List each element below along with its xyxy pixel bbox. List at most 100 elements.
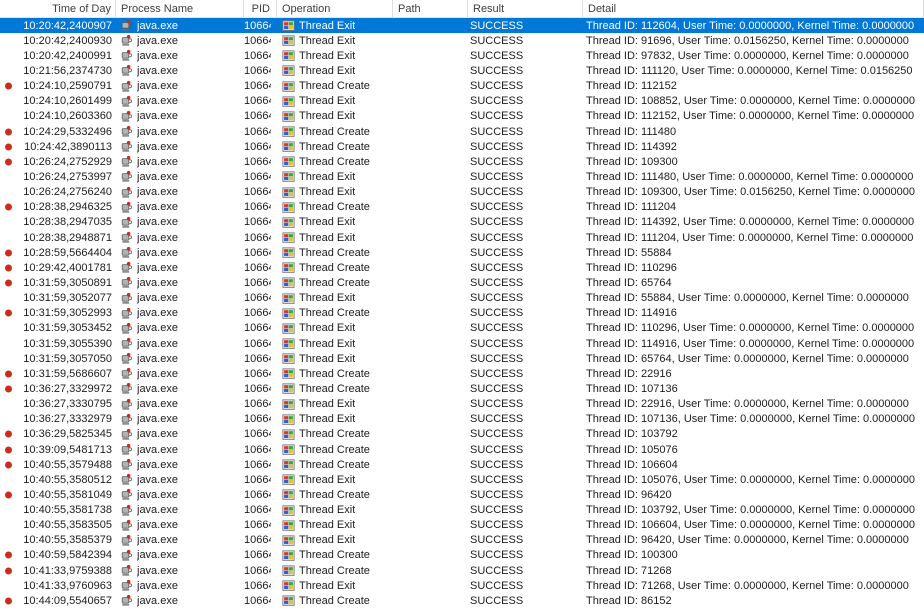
table-row[interactable]: 10:40:55,3580512 java.exe 106640 Thread … [0,472,924,487]
result-value: SUCCESS [470,549,523,561]
table-row[interactable]: 10:28:38,2948871 java.exe 106640 Thread … [0,230,924,245]
detail-value: Thread ID: 22916 [586,368,672,380]
thread-operation-icon [282,140,295,153]
pid-value: 106640 [244,126,271,138]
column-header-result[interactable]: Result [468,0,583,17]
result-value: SUCCESS [470,580,523,592]
process-name-value: java.exe [137,353,178,365]
pid-value: 106640 [244,413,271,425]
table-row[interactable]: 10:31:59,3055390 java.exe 106640 Thread … [0,336,924,351]
result-value: SUCCESS [470,50,523,62]
thread-operation-icon [282,261,295,274]
table-row[interactable]: 10:40:55,3579488 java.exe 106640 Thread … [0,457,924,472]
thread-operation-icon [282,170,295,183]
table-row[interactable]: 10:24:10,2601499 java.exe 106640 Thread … [0,94,924,109]
table-row[interactable]: 10:36:27,3329972 java.exe 106640 Thread … [0,381,924,396]
table-row[interactable]: 10:26:24,2753997 java.exe 106640 Thread … [0,169,924,184]
process-name-value: java.exe [137,338,178,350]
process-name-value: java.exe [137,322,178,334]
table-row[interactable]: 10:31:59,3053452 java.exe 106640 Thread … [0,321,924,336]
operation-value: Thread Exit [299,534,355,546]
table-row[interactable]: 10:28:38,2946325 java.exe 106640 Thread … [0,200,924,215]
table-row[interactable]: 10:40:55,3583505 java.exe 106640 Thread … [0,518,924,533]
pid-value: 106640 [244,262,271,274]
event-table-body: 10:20:42,2400907 java.exe 106640 Thread … [0,18,924,609]
column-header-pid[interactable]: PID [244,0,277,17]
result-value: SUCCESS [470,216,523,228]
table-row[interactable]: 10:40:59,5842394 java.exe 106640 Thread … [0,548,924,563]
java-exe-icon [120,473,133,486]
pid-value: 106640 [244,307,271,319]
thread-operation-icon [282,367,295,380]
column-header-row: Time of Day Process Name PID Operation P… [0,0,924,18]
column-header-path[interactable]: Path [393,0,468,17]
table-row[interactable]: 10:41:33,9760963 java.exe 106640 Thread … [0,578,924,593]
pid-value: 106640 [244,65,271,77]
table-row[interactable]: 10:36:27,3332979 java.exe 106640 Thread … [0,412,924,427]
detail-value: Thread ID: 114916, User Time: 0.0000000,… [586,338,914,350]
table-row[interactable]: 10:20:42,2400991 java.exe 106640 Thread … [0,48,924,63]
table-row[interactable]: 10:41:33,9759388 java.exe 106640 Thread … [0,563,924,578]
thread-operation-icon [282,201,295,214]
thread-operation-icon [282,186,295,199]
table-row[interactable]: 10:24:29,5332496 java.exe 106640 Thread … [0,124,924,139]
table-row[interactable]: 10:36:27,3330795 java.exe 106640 Thread … [0,397,924,412]
result-value: SUCCESS [470,338,523,350]
thread-operation-icon [282,473,295,486]
table-row[interactable]: 10:36:29,5825345 java.exe 106640 Thread … [0,427,924,442]
table-row[interactable]: 10:31:59,3052993 java.exe 106640 Thread … [0,306,924,321]
time-of-day-value: 10:31:59,3057050 [23,353,112,365]
table-row[interactable]: 10:20:42,2400907 java.exe 106640 Thread … [0,18,924,33]
table-row[interactable]: 10:31:59,3057050 java.exe 106640 Thread … [0,351,924,366]
table-row[interactable]: 10:40:55,3581738 java.exe 106640 Thread … [0,503,924,518]
table-row[interactable]: 10:24:42,3890113 java.exe 106640 Thread … [0,139,924,154]
pid-value: 106640 [244,428,271,440]
process-name-value: java.exe [137,398,178,410]
table-row[interactable]: 10:28:59,5664404 java.exe 106640 Thread … [0,245,924,260]
java-exe-icon [120,216,133,229]
result-value: SUCCESS [470,383,523,395]
pid-value: 106640 [244,156,271,168]
column-header-detail[interactable]: Detail [583,0,924,17]
time-of-day-value: 10:31:59,3052993 [23,307,112,319]
table-row[interactable]: 10:26:24,2756240 java.exe 106640 Thread … [0,185,924,200]
table-row[interactable]: 10:40:55,3581049 java.exe 106640 Thread … [0,487,924,502]
time-of-day-value: 10:26:24,2752929 [23,156,112,168]
table-row[interactable]: 10:39:09,5481713 java.exe 106640 Thread … [0,442,924,457]
table-row[interactable]: 10:29:42,4001781 java.exe 106640 Thread … [0,260,924,275]
java-exe-icon [120,19,133,32]
result-value: SUCCESS [470,459,523,471]
java-exe-icon [120,594,133,607]
table-row[interactable]: 10:26:24,2752929 java.exe 106640 Thread … [0,154,924,169]
table-row[interactable]: 10:44:09,5540657 java.exe 106640 Thread … [0,593,924,608]
pid-value: 106640 [244,80,271,92]
thread-create-marker-dot [5,552,12,559]
table-row[interactable]: 10:31:59,3052077 java.exe 106640 Thread … [0,291,924,306]
table-row[interactable]: 10:31:59,5686607 java.exe 106640 Thread … [0,366,924,381]
operation-value: Thread Exit [299,353,355,365]
thread-operation-icon [282,519,295,532]
table-row[interactable]: 10:28:38,2947035 java.exe 106640 Thread … [0,215,924,230]
java-exe-icon [120,519,133,532]
column-header-time-of-day[interactable]: Time of Day [0,0,116,17]
pid-value: 106640 [244,595,271,607]
thread-operation-icon [282,231,295,244]
table-row[interactable]: 10:21:56,2374730 java.exe 106640 Thread … [0,63,924,78]
table-row[interactable]: 10:24:10,2603360 java.exe 106640 Thread … [0,109,924,124]
operation-value: Thread Exit [299,292,355,304]
process-name-value: java.exe [137,580,178,592]
result-value: SUCCESS [470,307,523,319]
column-header-process-name[interactable]: Process Name [116,0,244,17]
thread-operation-icon [282,534,295,547]
column-header-operation[interactable]: Operation [277,0,393,17]
table-row[interactable]: 10:40:55,3585379 java.exe 106640 Thread … [0,533,924,548]
detail-value: Thread ID: 110296 [586,262,677,274]
table-row[interactable]: 10:20:42,2400930 java.exe 106640 Thread … [0,33,924,48]
table-row[interactable]: 10:24:10,2590791 java.exe 106640 Thread … [0,79,924,94]
thread-operation-icon [282,352,295,365]
table-row[interactable]: 10:31:59,3050891 java.exe 106640 Thread … [0,275,924,290]
thread-operation-icon [282,95,295,108]
java-exe-icon [120,564,133,577]
pid-value: 106640 [244,444,271,456]
thread-operation-icon [282,337,295,350]
